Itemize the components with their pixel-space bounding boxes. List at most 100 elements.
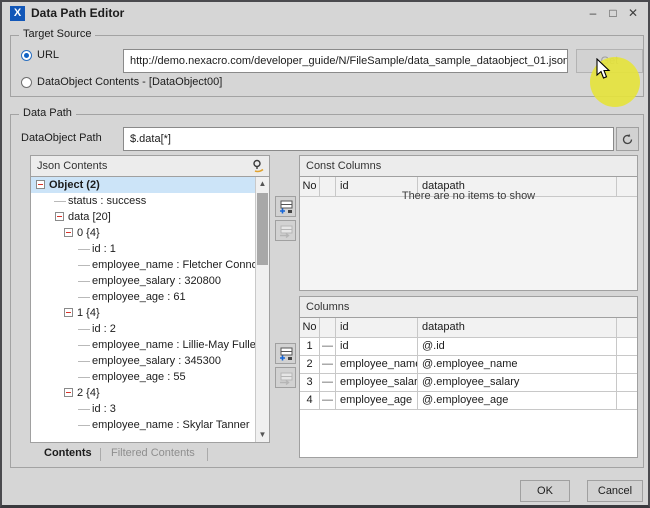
tree-connector-line [78, 361, 90, 362]
tree-item-label: employee_age : 55 [92, 369, 186, 385]
tree-item[interactable]: id : 3 [31, 401, 255, 417]
column-id-cell[interactable]: id [336, 338, 418, 355]
tree-item[interactable]: 1 {4} [31, 305, 255, 321]
close-button[interactable]: ✕ [624, 4, 642, 22]
tree-item[interactable]: id : 2 [31, 321, 255, 337]
tree-item-label: employee_age : 61 [92, 289, 186, 305]
window-title: Data Path Editor [31, 6, 124, 20]
tree-item[interactable]: employee_name : Lillie-May Fuller [31, 337, 255, 353]
tree-item-label: Object (2) [49, 177, 100, 193]
column-datapath-cell[interactable]: @.id [418, 338, 617, 355]
column-datapath-cell[interactable]: @.employee_salary [418, 374, 617, 391]
nexacro-app-icon: X [10, 6, 25, 21]
tree-item[interactable]: employee_age : 55 [31, 369, 255, 385]
column-id-cell[interactable]: employee_age [336, 392, 418, 409]
scroll-down-icon[interactable]: ▼ [256, 428, 269, 442]
tree-item[interactable]: 2 {4} [31, 385, 255, 401]
get-button[interactable]: Get [576, 49, 643, 73]
row-handle-icon[interactable]: — [320, 374, 336, 391]
datapath-key-icon[interactable] [251, 159, 265, 173]
const-columns-empty-area [300, 197, 637, 290]
tree-item-label: 1 {4} [77, 305, 100, 321]
const-columns-header: Const Columns [300, 156, 637, 177]
table-header-row: Noiddatapath [300, 318, 637, 338]
tree-connector-line [78, 249, 90, 250]
dataobject-contents-radio[interactable] [21, 77, 32, 88]
table-row[interactable]: 2—employee_name@.employee_name [300, 356, 637, 374]
tree-connector-line [78, 297, 90, 298]
tree-connector-line [78, 425, 90, 426]
table-row[interactable]: 3—employee_salary@.employee_salary [300, 374, 637, 392]
tree-item-label: id : 2 [92, 321, 116, 337]
minimize-button[interactable]: – [584, 4, 602, 22]
column-id-cell[interactable]: employee_salary [336, 374, 418, 391]
tree-item[interactable]: 0 {4} [31, 225, 255, 241]
collapse-minus-icon[interactable] [36, 180, 45, 189]
refresh-button[interactable] [616, 127, 639, 151]
table-row[interactable]: 4—employee_age@.employee_age [300, 392, 637, 410]
const-columns-empty-message: There are no items to show [300, 190, 637, 202]
columns-table[interactable]: Noiddatapath1—id@.id2—employee_name@.emp… [300, 318, 637, 410]
cancel-button[interactable]: Cancel [587, 480, 643, 502]
dataobject-path-label: DataObject Path [21, 132, 102, 144]
tree-item[interactable]: employee_salary : 345300 [31, 353, 255, 369]
url-input[interactable]: http://demo.nexacro.com/developer_guide/… [123, 49, 568, 73]
ok-button[interactable]: OK [520, 480, 570, 502]
tree-item[interactable]: Object (2) [31, 177, 255, 193]
title-bar[interactable]: X Data Path Editor – □ ✕ [2, 2, 648, 26]
row-handle-icon[interactable]: — [320, 392, 336, 409]
row-trailing-cell [617, 374, 637, 391]
collapse-minus-icon[interactable] [64, 228, 73, 237]
tab-separator [207, 448, 208, 461]
column-datapath-cell[interactable]: @.employee_name [418, 356, 617, 373]
tree-item[interactable]: employee_age : 61 [31, 289, 255, 305]
column-id-cell[interactable]: employee_name [336, 356, 418, 373]
add-const-column-button[interactable] [275, 196, 296, 217]
replace-const-column-button[interactable] [275, 220, 296, 241]
target-source-group-label: Target Source [19, 28, 95, 40]
tree-item[interactable]: data [20] [31, 209, 255, 225]
tree-item-label: id : 3 [92, 401, 116, 417]
dataobject-path-input[interactable]: $.data[*] [123, 127, 614, 151]
tab-separator [100, 448, 101, 461]
json-tree[interactable]: Object (2)status : successdata [20]0 {4}… [31, 177, 255, 442]
tree-item-label: employee_name : Lillie-May Fuller [92, 337, 255, 353]
scrollbar-thumb[interactable] [257, 193, 268, 265]
tab-contents[interactable]: Contents [44, 447, 92, 459]
row-handle-icon[interactable]: — [320, 338, 336, 355]
collapse-minus-icon[interactable] [64, 308, 73, 317]
contents-tab-bar: Contents Filtered Contents [30, 447, 270, 465]
tree-connector-line [78, 265, 90, 266]
add-rows-icon [279, 200, 293, 214]
column-datapath-cell[interactable]: @.employee_age [418, 392, 617, 409]
collapse-minus-icon[interactable] [55, 212, 64, 221]
tree-item-label: employee_salary : 320800 [92, 273, 221, 289]
tab-filtered-contents[interactable]: Filtered Contents [111, 447, 195, 459]
scroll-up-icon[interactable]: ▲ [256, 177, 269, 191]
tree-item[interactable]: employee_name : Fletcher Connolly [31, 257, 255, 273]
replace-rows-icon-disabled [279, 371, 293, 385]
tree-connector-line [78, 329, 90, 330]
dataobject-contents-radio-label: DataObject Contents - [DataObject00] [37, 76, 222, 88]
row-handle-icon[interactable]: — [320, 356, 336, 373]
column-header: datapath [418, 318, 617, 337]
replace-column-button[interactable] [275, 367, 296, 388]
refresh-icon [621, 133, 634, 146]
tree-scrollbar[interactable]: ▲ ▼ [255, 177, 269, 442]
add-column-button[interactable] [275, 343, 296, 364]
tree-item[interactable]: id : 1 [31, 241, 255, 257]
url-radio-label: URL [37, 49, 59, 61]
maximize-button[interactable]: □ [604, 4, 622, 22]
tree-item[interactable]: status : success [31, 193, 255, 209]
dataobject-radio-row[interactable]: DataObject Contents - [DataObject00] [21, 76, 321, 90]
column-header [617, 318, 637, 337]
url-radio[interactable] [21, 50, 32, 61]
row-number-cell: 2 [300, 356, 320, 373]
collapse-minus-icon[interactable] [64, 388, 73, 397]
table-row[interactable]: 1—id@.id [300, 338, 637, 356]
tree-item[interactable]: employee_name : Skylar Tanner [31, 417, 255, 433]
columns-header: Columns [300, 297, 637, 318]
tree-connector-line [78, 345, 90, 346]
tree-item[interactable]: employee_salary : 320800 [31, 273, 255, 289]
url-radio-row[interactable]: URL [21, 49, 121, 63]
